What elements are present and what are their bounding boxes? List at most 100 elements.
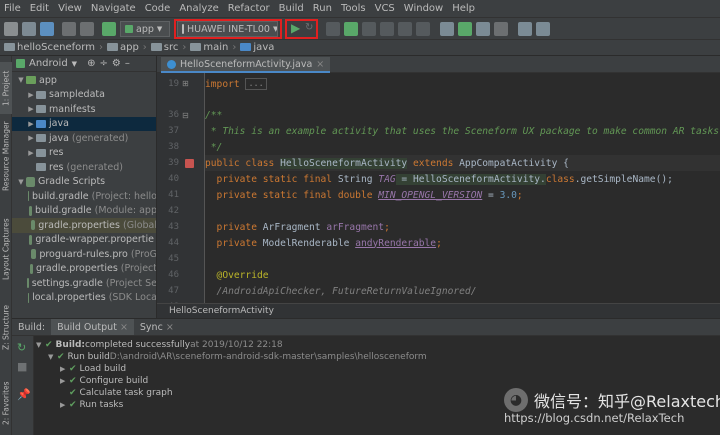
tree-item[interactable]: ▼ app	[12, 73, 156, 88]
save-icon[interactable]	[22, 22, 36, 36]
sync-icon[interactable]	[40, 22, 54, 36]
stop-icon[interactable]: ■	[17, 360, 27, 373]
menu-item-help[interactable]: Help	[452, 3, 475, 14]
close-icon[interactable]: ×	[166, 322, 174, 333]
attach-process-icon[interactable]	[398, 22, 412, 36]
chevron-right-icon[interactable]: ▶	[26, 149, 36, 157]
folded-code[interactable]: ...	[245, 78, 267, 90]
menu-item-refactor[interactable]: Refactor	[228, 3, 270, 14]
editor-tab[interactable]: HelloSceneformActivity.java ×	[161, 57, 331, 73]
chevron-right-icon[interactable]: ▶	[60, 401, 69, 409]
menu-item-navigate[interactable]: Navigate	[91, 3, 136, 14]
coverage-icon[interactable]	[380, 22, 394, 36]
tree-item[interactable]: ▶ manifests	[12, 102, 156, 117]
apply-changes-icon[interactable]: ↻	[305, 22, 313, 33]
pin-icon[interactable]: 📌	[17, 388, 31, 401]
make-project-icon[interactable]	[102, 22, 116, 36]
layout-captures-tab[interactable]: Layout Captures	[0, 216, 12, 282]
search-everywhere-icon[interactable]	[536, 22, 550, 36]
tree-item[interactable]: ▶ java	[12, 116, 156, 131]
resource-manager-tab[interactable]: Resource Manager	[0, 120, 12, 192]
chevron-right-icon[interactable]: ▶	[26, 120, 36, 128]
stop-icon[interactable]	[416, 22, 430, 36]
menu-item-file[interactable]: File	[4, 3, 21, 14]
fold-marker-icon[interactable]: ⊟	[182, 111, 189, 120]
tree-item[interactable]: ▶ sampledata	[12, 88, 156, 103]
project-tool-tab[interactable]: 1: Project	[0, 62, 12, 114]
tree-item[interactable]: proguard-rules.pro (ProG	[12, 247, 156, 262]
chevron-down-icon[interactable]: ▼	[72, 60, 77, 68]
breadcrumb-item-src[interactable]: src	[150, 42, 178, 53]
fold-marker-icon[interactable]: ⊞	[182, 79, 189, 88]
tree-item[interactable]: settings.gradle (Project Se	[12, 276, 156, 291]
gear-icon[interactable]: ⚙	[112, 58, 121, 69]
tree-item[interactable]: gradle.properties (Project	[12, 262, 156, 277]
tree-item[interactable]: ▶ res	[12, 146, 156, 161]
build-output-row[interactable]: ✔ Calculate task graph	[60, 387, 173, 399]
open-folder-icon[interactable]	[4, 22, 18, 36]
build-output-row[interactable]: ▼ ✔ Run build D:\android\AR\sceneform-andr…	[48, 351, 427, 363]
tree-item[interactable]: res (generated)	[12, 160, 156, 175]
chevron-right-icon[interactable]: ▶	[26, 134, 36, 142]
menu-item-run[interactable]: Run	[313, 3, 332, 14]
breadcrumb-item-main[interactable]: main	[190, 42, 228, 53]
tree-item[interactable]: ▶ java (generated)	[12, 131, 156, 146]
menu-item-tools[interactable]: Tools	[341, 3, 366, 14]
forward-arrow-icon[interactable]	[80, 22, 94, 36]
close-icon[interactable]: ×	[120, 322, 128, 333]
code-editor[interactable]: import ... /** * This is an example acti…	[205, 73, 720, 303]
chevron-down-icon[interactable]: ▼	[16, 76, 26, 84]
menu-item-view[interactable]: View	[58, 3, 82, 14]
debug-icon[interactable]	[326, 22, 340, 36]
run-gutter-icon[interactable]	[185, 159, 194, 168]
structure-tab[interactable]: Z: Structure	[0, 304, 12, 352]
tree-item[interactable]: build.gradle (Module: app	[12, 204, 156, 219]
tree-item[interactable]: gradle.properties (Global	[12, 218, 156, 233]
profile-icon[interactable]	[362, 22, 376, 36]
project-structure-icon[interactable]	[518, 22, 532, 36]
close-icon[interactable]: ×	[316, 59, 324, 70]
chevron-right-icon[interactable]: ▶	[26, 91, 36, 99]
tree-item[interactable]: local.properties (SDK Loca	[12, 291, 156, 306]
menu-item-build[interactable]: Build	[279, 3, 304, 14]
attach-debugger-icon[interactable]	[344, 22, 358, 36]
tree-item[interactable]: build.gradle (Project: hello	[12, 189, 156, 204]
build-output-row[interactable]: ▶ ✔ Configure build	[60, 375, 148, 387]
avd-manager-icon[interactable]	[458, 22, 472, 36]
class-crumb[interactable]: HelloSceneformActivity	[169, 306, 274, 316]
menu-item-edit[interactable]: Edit	[30, 3, 49, 14]
rerun-icon[interactable]: ↻	[17, 341, 26, 354]
menu-item-window[interactable]: Window	[404, 3, 443, 14]
collapse-icon[interactable]: ÷	[99, 58, 107, 69]
run-config-select[interactable]: app ▼	[120, 21, 170, 37]
tab-sync[interactable]: Sync ×	[134, 319, 180, 335]
sync-gradle-icon[interactable]	[440, 22, 454, 36]
view-mode-select[interactable]: Android	[29, 58, 68, 69]
sdk-manager-icon[interactable]	[476, 22, 490, 36]
tree-item[interactable]: gradle-wrapper.propertie	[12, 233, 156, 248]
breadcrumb-item-java[interactable]: java	[240, 42, 274, 53]
build-output-row[interactable]: ▶ ✔ Load build	[60, 363, 126, 375]
menu-item-analyze[interactable]: Analyze	[179, 3, 218, 14]
chevron-right-icon[interactable]: ▶	[26, 105, 36, 113]
chevron-down-icon[interactable]: ▼	[48, 353, 57, 361]
run-icon[interactable]: ▶	[291, 21, 300, 35]
tab-build-output[interactable]: Build Output ×	[51, 319, 134, 335]
build-step-detail: D:\android\AR\sceneform-android-sdk-mast…	[109, 352, 427, 362]
chevron-right-icon[interactable]: ▶	[60, 377, 69, 385]
layout-inspector-icon[interactable]	[494, 22, 508, 36]
chevron-down-icon[interactable]: ▼	[36, 341, 45, 349]
chevron-down-icon[interactable]: ▼	[16, 178, 26, 186]
breadcrumb-item-app[interactable]: app	[106, 42, 139, 53]
target-icon[interactable]: ⊕	[87, 58, 95, 69]
breadcrumb-item-project[interactable]: helloSceneform	[4, 42, 95, 53]
favorites-tab[interactable]: 2: Favorites	[0, 378, 12, 428]
menu-item-code[interactable]: Code	[145, 3, 171, 14]
menu-item-vcs[interactable]: VCS	[375, 3, 395, 14]
chevron-right-icon[interactable]: ▶	[60, 365, 69, 373]
build-output-row[interactable]: ▶ ✔ Run tasks	[60, 399, 123, 411]
minimize-icon[interactable]: –	[125, 58, 130, 69]
tree-item[interactable]: ▼ Gradle Scripts	[12, 175, 156, 190]
back-arrow-icon[interactable]	[62, 22, 76, 36]
build-output-row[interactable]: ▼ ✔ Build: completed successfully at 2019/…	[36, 339, 283, 351]
